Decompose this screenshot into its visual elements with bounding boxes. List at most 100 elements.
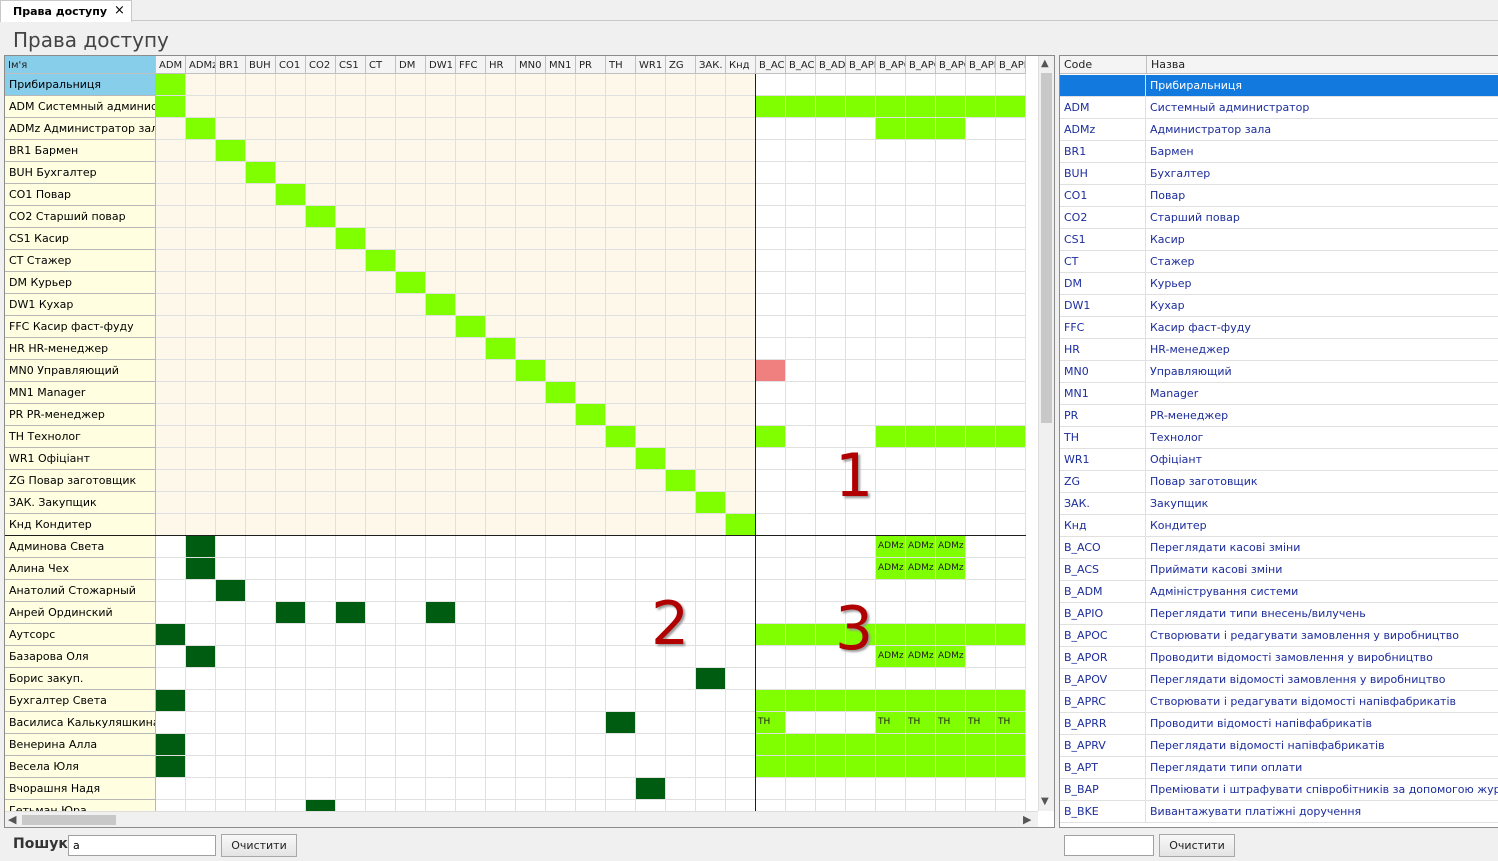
permission-cell[interactable] (996, 404, 1026, 426)
permission-cell[interactable] (696, 492, 726, 514)
permission-cell[interactable] (996, 448, 1026, 470)
role-name[interactable]: CO2 Старший повар (5, 206, 156, 228)
permission-cell[interactable] (246, 162, 276, 184)
permission-cell[interactable] (366, 646, 396, 668)
permission-cell[interactable] (426, 668, 456, 690)
permission-cell[interactable] (666, 96, 696, 118)
permission-cell[interactable] (516, 734, 546, 756)
permission-cell[interactable] (666, 778, 696, 800)
permission-cell[interactable] (846, 316, 876, 338)
column-header[interactable]: B_ADM (816, 56, 846, 74)
permission-cell[interactable] (336, 448, 366, 470)
role-name[interactable]: FFC Касир фаст-фуду (5, 316, 156, 338)
permission-cell[interactable] (816, 778, 846, 800)
permission-cell[interactable] (396, 448, 426, 470)
permission-cell[interactable] (516, 448, 546, 470)
permission-cell[interactable] (186, 140, 216, 162)
permission-cell[interactable] (606, 74, 636, 96)
permission-cell[interactable] (816, 272, 846, 294)
permission-cell[interactable] (366, 74, 396, 96)
permission-cell[interactable] (276, 272, 306, 294)
permission-cell[interactable] (876, 74, 906, 96)
permission-cell[interactable] (966, 492, 996, 514)
table-row[interactable]: B_APOV Переглядати відомості замовлення у… (1060, 669, 1498, 691)
permission-cell[interactable] (216, 338, 246, 360)
permission-cell[interactable] (516, 272, 546, 294)
permission-cell[interactable]: TH (996, 712, 1026, 734)
permission-cell[interactable] (396, 624, 426, 646)
permission-cell[interactable] (876, 778, 906, 800)
permission-cell[interactable] (456, 404, 486, 426)
permission-cell[interactable] (546, 734, 576, 756)
permission-cell[interactable] (756, 778, 786, 800)
permission-cell[interactable] (636, 778, 666, 800)
permission-cell[interactable] (426, 646, 456, 668)
permission-cell[interactable] (306, 536, 336, 558)
permission-cell[interactable] (666, 756, 696, 778)
permission-cell[interactable] (906, 514, 936, 536)
permission-cell[interactable] (336, 426, 366, 448)
permission-cell[interactable] (786, 580, 816, 602)
permission-cell[interactable] (816, 514, 846, 536)
permission-cell[interactable] (606, 426, 636, 448)
table-row[interactable]: ЗАК. Закупщик (1060, 493, 1498, 515)
permission-cell[interactable] (456, 426, 486, 448)
permission-cell[interactable] (186, 470, 216, 492)
permission-cell[interactable] (516, 756, 546, 778)
permission-cell[interactable] (996, 492, 1026, 514)
permission-cell[interactable] (366, 624, 396, 646)
permission-cell[interactable] (966, 316, 996, 338)
permission-cell[interactable] (396, 382, 426, 404)
column-header[interactable]: CO2 (306, 56, 336, 74)
permission-cell[interactable] (306, 448, 336, 470)
permission-cell[interactable] (876, 228, 906, 250)
permission-cell[interactable] (186, 580, 216, 602)
permission-cell[interactable] (786, 756, 816, 778)
permission-cell[interactable] (966, 184, 996, 206)
tab-access-rights[interactable]: Права доступу × (0, 0, 132, 22)
permission-cell[interactable] (456, 558, 486, 580)
permission-cell[interactable] (546, 580, 576, 602)
permission-cell[interactable] (216, 558, 246, 580)
permission-cell[interactable] (606, 404, 636, 426)
permission-cell[interactable] (486, 96, 516, 118)
permission-cell[interactable] (906, 96, 936, 118)
permission-cell[interactable] (396, 492, 426, 514)
permission-cell[interactable] (786, 404, 816, 426)
table-row[interactable]: ZG Повар заготовщик (1060, 471, 1498, 493)
user-name[interactable]: Базарова Оля (5, 646, 156, 668)
permission-cell[interactable] (606, 536, 636, 558)
column-header[interactable]: HR (486, 56, 516, 74)
permission-cell[interactable] (696, 294, 726, 316)
permission-cell[interactable] (546, 756, 576, 778)
permission-cell[interactable] (456, 118, 486, 140)
permission-cell[interactable] (276, 492, 306, 514)
table-row[interactable]: CS1 Касир (1060, 229, 1498, 251)
permission-cell[interactable] (726, 360, 756, 382)
permission-cell[interactable] (996, 602, 1026, 624)
permission-cell[interactable] (306, 250, 336, 272)
permission-cell[interactable] (966, 118, 996, 140)
name-column-header[interactable]: Назва (1147, 56, 1498, 74)
role-name[interactable]: MN0 Управляющий (5, 360, 156, 382)
permission-cell[interactable] (306, 162, 336, 184)
permission-cell[interactable] (696, 338, 726, 360)
permission-cell[interactable] (576, 624, 606, 646)
permission-cell[interactable] (996, 624, 1026, 646)
permission-cell[interactable] (636, 536, 666, 558)
permission-cell[interactable] (366, 470, 396, 492)
permission-cell[interactable] (486, 646, 516, 668)
permission-cell[interactable] (996, 470, 1026, 492)
permission-cell[interactable] (876, 162, 906, 184)
permission-cell[interactable] (636, 514, 666, 536)
permission-cell[interactable] (426, 228, 456, 250)
permission-cell[interactable] (246, 250, 276, 272)
permission-cell[interactable] (276, 690, 306, 712)
permission-cell[interactable] (516, 96, 546, 118)
permission-cell[interactable] (186, 492, 216, 514)
permission-cell[interactable] (756, 580, 786, 602)
permission-cell[interactable] (336, 536, 366, 558)
permission-cell[interactable] (936, 74, 966, 96)
permission-cell[interactable] (636, 338, 666, 360)
permission-cell[interactable] (336, 668, 366, 690)
